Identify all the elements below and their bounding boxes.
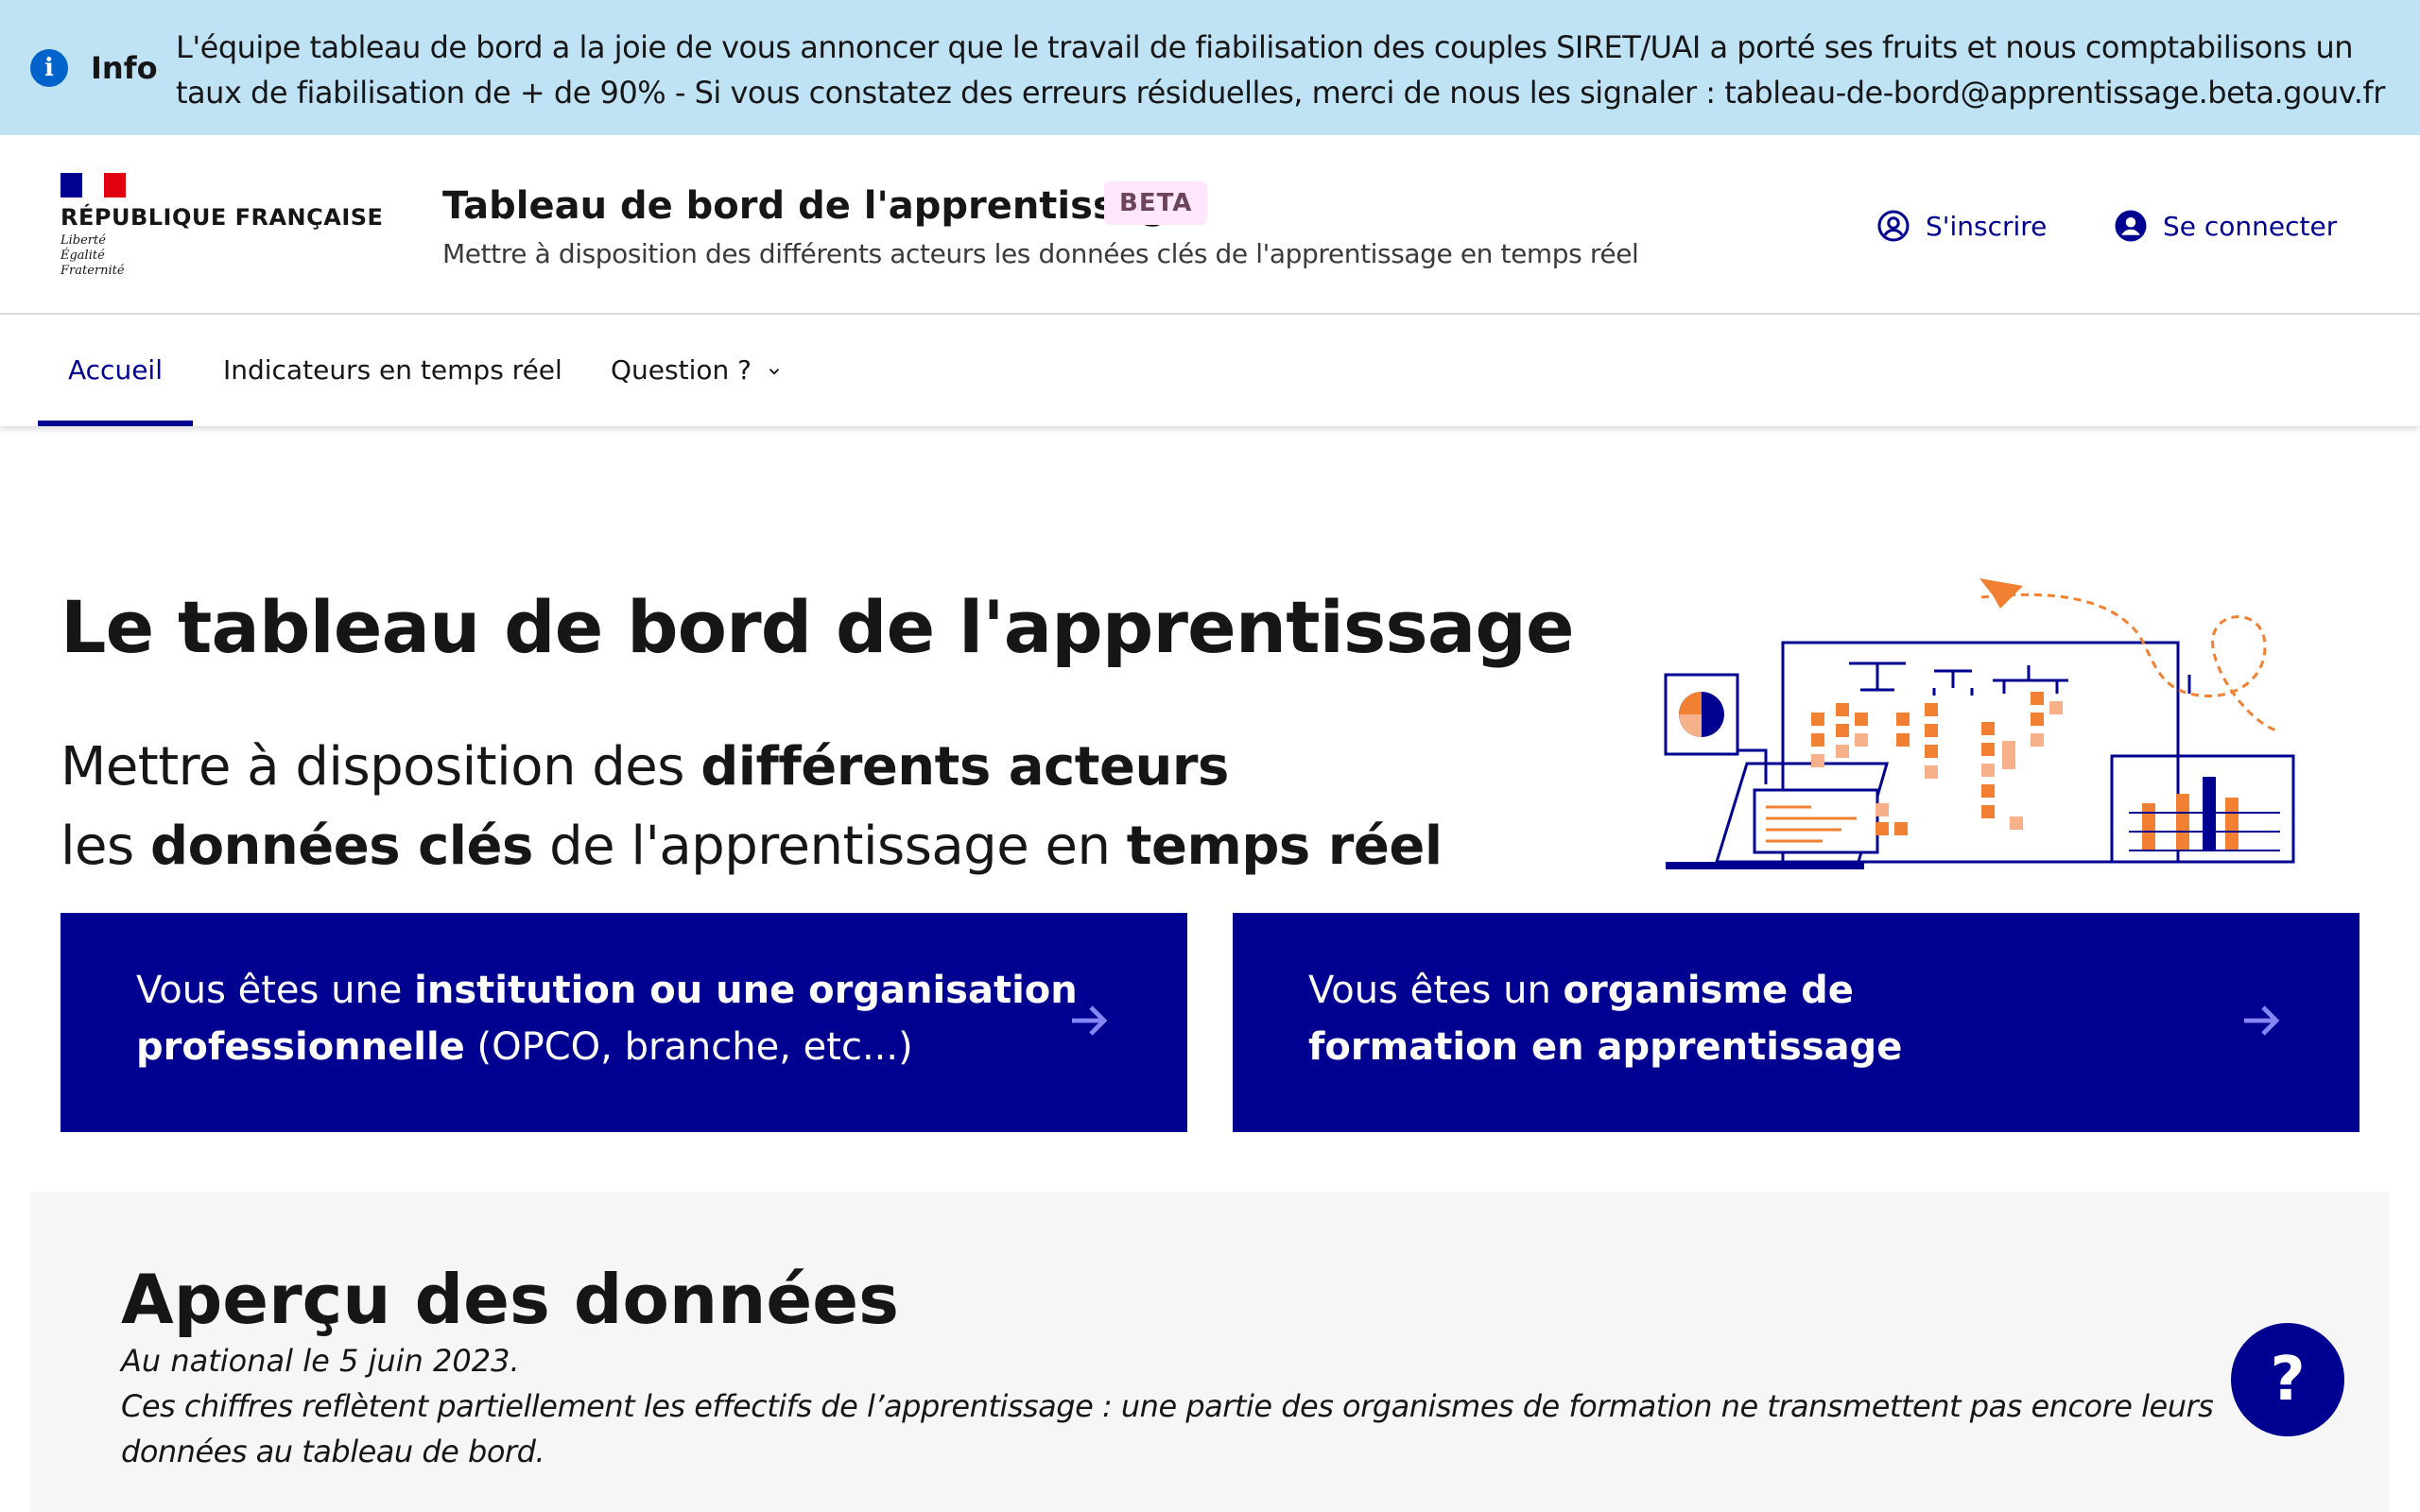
- cta-organisme-text: Vous êtes un organisme de formation en a…: [1308, 969, 1903, 1069]
- cta-institution-text: Vous êtes une institution ou une organis…: [136, 969, 1078, 1069]
- nav-item-question-label: Question ?: [611, 354, 752, 386]
- data-preview-section: Aperçu des données Au national le 5 juin…: [30, 1193, 2390, 1512]
- nav-item-accueil[interactable]: Accueil: [68, 315, 163, 426]
- main-navigation: Accueil Indicateurs en temps réel Questi…: [0, 315, 2420, 426]
- service-title[interactable]: Tableau de bord de l'apprentissage: [442, 180, 1194, 232]
- login-label: Se connecter: [2163, 210, 2338, 242]
- preview-note: Ces chiffres reflètent partiellement les…: [121, 1388, 2214, 1469]
- republique-francaise-logo[interactable]: RÉPUBLIQUE FRANÇAISE: [60, 203, 383, 232]
- user-circle-icon: [1877, 210, 1910, 242]
- info-icon: i: [30, 49, 68, 87]
- banner-message: L'équipe tableau de bord a la joie de vo…: [176, 29, 2385, 111]
- service-tagline: Mettre à disposition des différents acte…: [442, 238, 1639, 269]
- nav-active-indicator: [38, 421, 193, 426]
- nav-item-indicateurs[interactable]: Indicateurs en temps réel: [223, 315, 562, 426]
- hero-title: Le tableau de bord de l'apprentissage: [60, 585, 1575, 669]
- signup-link[interactable]: S'inscrire: [1876, 205, 2047, 247]
- chevron-down-icon: [769, 369, 780, 375]
- marianne-flag-logo: [60, 173, 127, 198]
- help-button[interactable]: ?: [2231, 1323, 2344, 1436]
- site-header: RÉPUBLIQUE FRANÇAISE Liberté Égalité Fra…: [0, 135, 2420, 315]
- banner-title: Info: [91, 50, 158, 86]
- account-circle-icon: [2115, 210, 2147, 242]
- nav-item-question[interactable]: Question ?: [611, 315, 783, 426]
- cta-institution[interactable]: Vous êtes une institution ou une organis…: [60, 913, 1187, 1132]
- arrow-right-icon: [2244, 1005, 2280, 1036]
- dashboard-illustration: [1664, 578, 2295, 869]
- signup-label: S'inscrire: [1926, 210, 2048, 242]
- beta-badge: BETA: [1104, 181, 1208, 225]
- login-link[interactable]: Se connecter: [2114, 205, 2337, 247]
- arrow-right-icon: [1072, 1005, 1108, 1036]
- republic-motto: Liberté Égalité Fraternité: [60, 233, 125, 278]
- preview-date: Au national le 5 juin 2023.: [121, 1343, 520, 1379]
- preview-title: Aperçu des données: [121, 1260, 899, 1339]
- info-banner: i Info L'équipe tableau de bord a la joi…: [0, 0, 2420, 135]
- hero-subtitle: Mettre à disposition des différents acte…: [60, 736, 1443, 877]
- cta-organisme-formation[interactable]: Vous êtes un organisme de formation en a…: [1233, 913, 2360, 1132]
